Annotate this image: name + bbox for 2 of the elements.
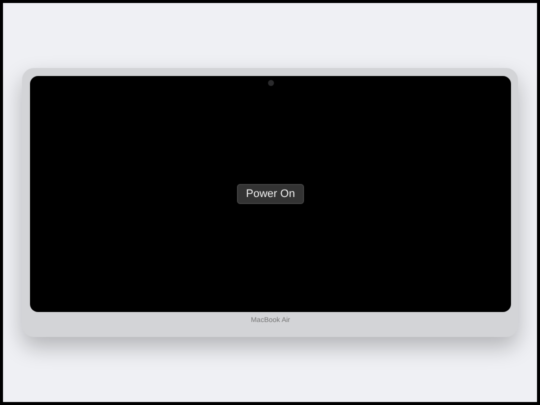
power-on-button[interactable]: Power On [237,184,304,204]
camera-icon [268,80,274,86]
